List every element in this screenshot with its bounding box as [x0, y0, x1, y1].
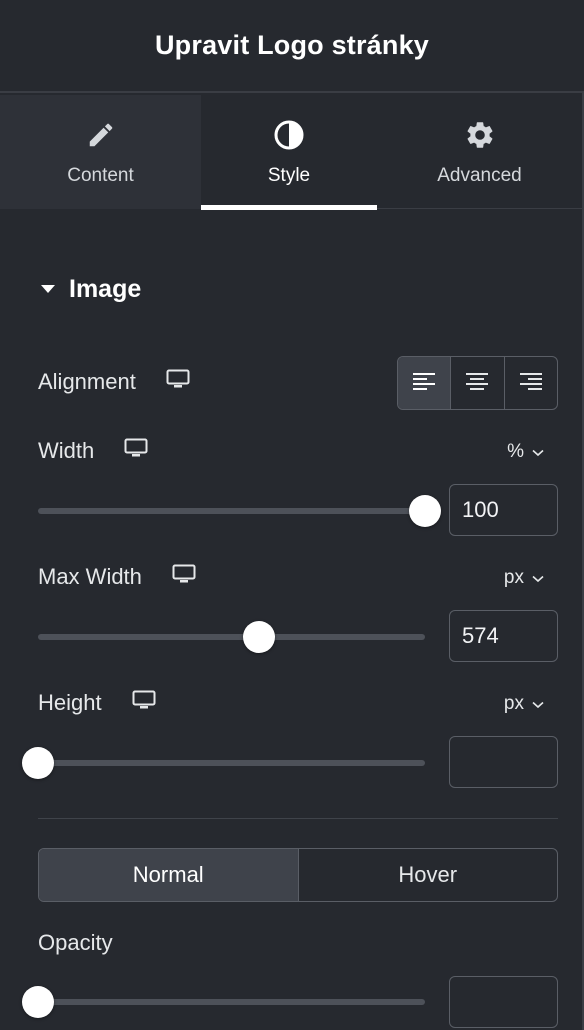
chevron-down-icon	[532, 567, 544, 589]
tab-normal[interactable]: Normal	[39, 849, 298, 901]
opacity-control: Opacity	[38, 930, 113, 956]
align-center-icon	[465, 371, 489, 396]
width-slider[interactable]	[38, 492, 441, 530]
width-input[interactable]	[449, 484, 558, 536]
max-width-slider[interactable]	[38, 618, 425, 656]
height-unit-select[interactable]: px	[504, 693, 544, 715]
slider-thumb[interactable]	[22, 986, 54, 1018]
max-width-control: Max Width	[38, 564, 196, 590]
caret-down-icon	[41, 285, 55, 293]
max-width-unit: px	[503, 567, 524, 588]
align-left-icon	[412, 371, 436, 396]
max-width-input[interactable]	[449, 610, 558, 662]
opacity-input[interactable]	[449, 976, 558, 1028]
chevron-down-icon	[532, 693, 544, 715]
tab-style-label: Style	[267, 165, 311, 186]
opacity-label: Opacity	[38, 930, 113, 955]
max-width-unit-select[interactable]: px	[504, 567, 544, 589]
contrast-icon	[273, 119, 305, 151]
slider-thumb[interactable]	[242, 621, 275, 653]
slider-track	[38, 634, 425, 640]
desktop-icon[interactable]	[172, 564, 196, 590]
width-control: Width	[38, 438, 148, 464]
width-label: Width	[38, 438, 95, 463]
tab-advanced-label: Advanced	[437, 165, 522, 186]
width-unit: %	[507, 441, 524, 462]
height-input[interactable]	[449, 736, 558, 788]
height-unit: px	[503, 693, 524, 714]
panel-header: Upravit Logo stránky	[0, 0, 584, 93]
max-width-label: Max Width	[38, 564, 142, 589]
desktop-icon[interactable]	[124, 438, 148, 464]
height-control: Height	[38, 690, 156, 716]
alignment-choices	[397, 356, 558, 410]
desktop-icon[interactable]	[132, 690, 156, 716]
alignment-control: Alignment	[38, 369, 190, 395]
slider-track	[38, 508, 425, 514]
slider-track	[38, 999, 425, 1005]
align-center-button[interactable]	[451, 357, 505, 409]
section-title: Image	[69, 274, 142, 303]
slider-thumb[interactable]	[409, 495, 441, 527]
state-toggle: Normal Hover	[38, 848, 558, 902]
tab-content[interactable]: Content	[0, 95, 201, 209]
section-image-toggle[interactable]: Image	[38, 272, 141, 306]
align-right-button[interactable]	[505, 357, 557, 409]
slider-thumb[interactable]	[22, 747, 54, 779]
tab-content-label: Content	[67, 165, 134, 186]
alignment-label: Alignment	[38, 369, 136, 394]
slider-track	[38, 760, 425, 766]
align-left-button[interactable]	[398, 357, 452, 409]
opacity-slider[interactable]	[22, 983, 425, 1021]
width-unit-select[interactable]: %	[507, 441, 544, 463]
tab-hover[interactable]: Hover	[297, 849, 558, 901]
tab-advanced[interactable]: Advanced	[377, 95, 582, 209]
height-label: Height	[38, 690, 102, 715]
chevron-down-icon	[532, 441, 544, 463]
gear-icon	[464, 119, 496, 151]
align-right-icon	[519, 371, 543, 396]
pencil-icon	[86, 119, 116, 151]
panel-title: Upravit Logo stránky	[154, 30, 430, 60]
height-slider[interactable]	[22, 744, 425, 782]
divider	[38, 818, 558, 819]
panel-tabs: Content Style Advanced	[0, 95, 582, 210]
tab-style[interactable]: Style	[201, 95, 377, 210]
desktop-icon[interactable]	[166, 369, 190, 395]
